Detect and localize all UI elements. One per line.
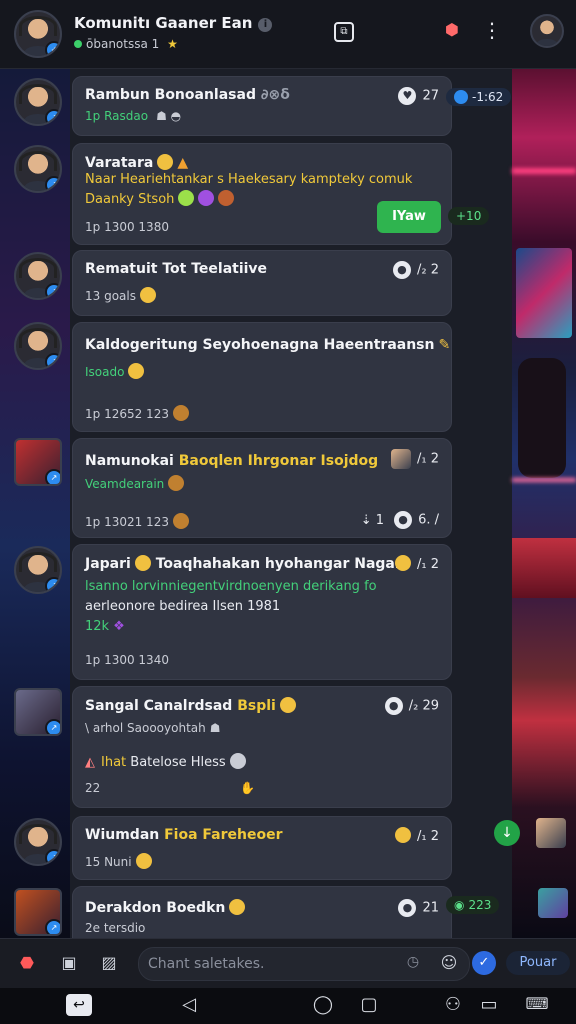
user-avatar[interactable]: ↗ [14,818,62,866]
group-subtitle: ōbanotssa 1 ★ [74,37,178,51]
message-meta: 1p 1300 1340 [85,653,169,667]
message-bubble[interactable]: Rematuit Tot Teelatiive 13 goals ●/₂ 2 [72,250,452,316]
more-vert-icon[interactable]: ⋮ [482,18,502,42]
sender-name: Namunokai Baoqlen Ihrgonar Isojdog [85,453,379,469]
user-avatar[interactable]: ↗ [14,78,62,126]
message-sub: 15 Nuni [85,853,152,869]
recents-icon[interactable]: ▢ [356,994,382,1015]
message-meta: 1p 12652 123 [85,405,189,421]
reaction-count[interactable]: ●/₂ 29 [384,697,439,715]
join-button[interactable]: IYaw [377,201,441,233]
message-bubble[interactable]: Rambun Bonoanlasad ∂⊗δ 1p Rasdao ☗ ◓ ♥ 27 [72,76,452,136]
timer-icon[interactable]: ◷ [404,954,422,970]
emoji-icon: ☗ ◓ [156,109,182,123]
message-text: lsanno lorvinniegentvirdnoenyen derikang… [85,579,377,594]
reaction-count[interactable]: /₁ 2 [390,449,439,469]
sender-name: Derakdon Boedkn [85,899,246,916]
message-bubble[interactable]: Derakdon Boedkn 2e tersdio ● 21 [72,886,452,940]
message-meta: 22 ✋ [85,781,256,795]
message-meta: 1p 13021 123 [85,513,189,529]
message-bubble[interactable]: Kaldogeritung Seyohoenagna Haeentraansn ✎… [72,322,452,432]
sender-name: Japari Toaqhahakan hyohangar Nagan [85,555,405,572]
reaction-count[interactable]: ⇣ 1 ● 6. / [361,511,439,529]
composer-bar: ⬣ ▣ ▨ Chant saletakes. ◷ ☺ ✓ Pouar [0,938,576,989]
star-icon: ★ [167,37,178,51]
user-avatar[interactable]: ↗ [14,438,62,486]
message-bubble[interactable]: Varatara ▲ Naar Heariehtankar s Haekesary… [72,143,452,245]
system-navigation: ↩ ◁ ◯ ▢ ⚇ ▭ ⌨ [0,988,576,1024]
message-meta: 1p 1300 1380 [85,220,169,234]
sender-name: Sangal Canalrdsad Bspli [85,697,296,714]
gif-icon[interactable]: ▨ [98,953,120,972]
message-sub: \ arhol Saoooyohtah ☗ [85,721,221,735]
message-bubble[interactable]: Sangal Canalrdsad Bspli \ arhol Saoooyoh… [72,686,452,808]
emoji-icon[interactable]: ☺ [438,953,460,972]
user-avatar[interactable]: ↗ [14,252,62,300]
reaction-count[interactable]: ♥ 27 [398,87,439,105]
message-bubble[interactable]: Japari Toaqhahakan hyohangar Nagan lsann… [72,544,452,680]
user-avatar[interactable]: ↗ [14,546,62,594]
app-switch-icon[interactable]: ↩ [66,994,92,1016]
image-icon[interactable]: ▣ [58,953,80,972]
message-text: ◭ Ihat Batelose Hless [85,753,246,773]
message-text: Naar Heariehtankar s Haekesary kampteky … [85,172,413,187]
home-icon[interactable]: ◯ [310,994,336,1015]
reply-icon [454,90,468,104]
shield-icon[interactable]: ✓ [472,951,496,975]
ghost-icon: ◭ [85,755,95,770]
message-text: aerleonore bedirea Ilsen 1981 [85,599,281,614]
profile-avatar[interactable] [530,14,564,48]
message-bubble[interactable]: Namunokai Baoqlen Ihrgonar Isojdog Veamd… [72,438,452,538]
message-text: Daanky Stsoh [85,190,235,210]
copy-icon[interactable]: ⧉ [334,22,354,42]
reply-chip[interactable]: -1:62 [446,88,512,106]
sender-name: Kaldogeritung Seyohoenagna Haeentraansn ✎ [85,337,451,353]
count-chip[interactable]: +10 [448,207,490,225]
message-text: 12k ❖ [85,619,125,634]
gamepad-icon[interactable]: ⚇ [440,994,466,1015]
background-art-left [0,68,70,938]
background-art-right [512,68,576,938]
online-dot [74,40,82,48]
reaction-count[interactable]: /₁ 2 [391,827,439,844]
send-button[interactable]: Pouar [506,951,570,975]
message-sub: 1p Rasdao ☗ ◓ [85,109,182,123]
message-bubble[interactable]: Wiumdan Fioa Fareheoer 15 Nuni /₁ 2 [72,816,452,880]
app-header: ✓ Komunitı Gaaner Ean i ōbanotssa 1 ★ ⧉ ⬢… [0,0,576,69]
message-sub: 2e tersdio [85,921,146,935]
reaction-count[interactable]: ●/₂ 2 [392,261,439,279]
user-avatar[interactable]: ↗ [14,888,62,936]
reaction-count[interactable]: ● 21 [398,899,439,917]
user-avatar[interactable]: ↗ [14,145,62,193]
cup-icon[interactable]: ▭ [476,994,502,1015]
user-avatar[interactable]: ↗ [14,322,62,370]
message-placeholder: Chant saletakes. [148,956,265,972]
media-thumbnail[interactable] [536,818,566,848]
reaction-count[interactable]: /₁ 2 [391,555,439,572]
keyboard-icon[interactable]: ⌨ [510,994,564,1013]
back-icon[interactable]: ◁ [176,994,202,1015]
group-avatar[interactable]: ✓ [14,10,62,58]
media-thumbnail[interactable] [538,888,568,918]
count-chip[interactable]: ◉ 223 [446,896,500,914]
game-icon[interactable]: ⬣ [16,953,38,972]
settings-gem-icon[interactable]: ⬢ [441,20,463,39]
info-icon[interactable]: i [258,18,273,32]
sender-name: Wiumdan Fioa Fareheoer [85,827,283,843]
message-sub: 13 goals [85,287,156,303]
message-sub: Veamdearain [85,475,185,491]
message-sub: Isoado [85,363,145,379]
user-avatar[interactable]: ↗ [14,688,62,736]
group-title: Komunitı Gaaner Ean i [74,14,273,32]
scroll-down-button[interactable]: ↓ [494,820,520,846]
sender-name: Rematuit Tot Teelatiive [85,261,268,277]
heart-icon: ♥ [398,87,417,105]
sender-name: Rambun Bonoanlasad ∂⊗δ [85,87,290,103]
sender-name: Varatara ▲ [85,154,189,171]
